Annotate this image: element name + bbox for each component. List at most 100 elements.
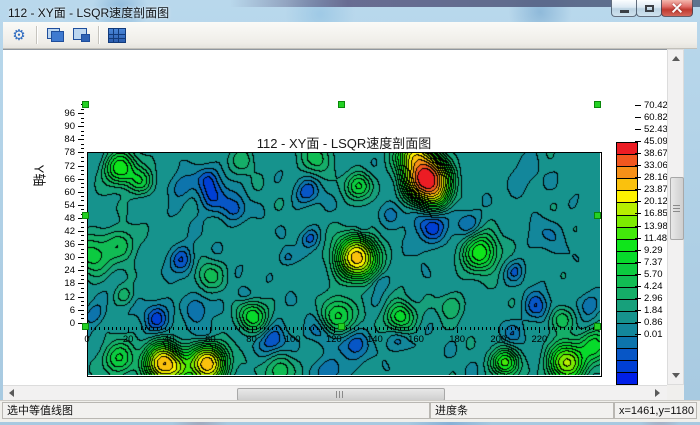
selection-handle[interactable] — [594, 323, 601, 330]
y-tick-label: 54 — [45, 200, 75, 211]
x-tick — [428, 327, 429, 330]
maximize-button[interactable] — [636, 0, 662, 17]
colorbar-tick — [635, 286, 641, 287]
x-tick — [116, 327, 117, 330]
y-tick — [81, 253, 84, 254]
selection-handle[interactable] — [82, 323, 89, 330]
x-tick — [260, 327, 261, 330]
x-tick-label: 100 — [278, 334, 308, 345]
colorbar-band — [617, 348, 637, 360]
close-button[interactable] — [661, 0, 693, 17]
x-tick — [548, 327, 549, 330]
x-tick — [507, 327, 508, 330]
y-tick — [78, 113, 84, 114]
y-tick-label: 6 — [45, 305, 75, 316]
y-tick — [81, 161, 84, 162]
x-tick — [272, 327, 273, 330]
close-icon — [671, 2, 683, 14]
x-tick — [108, 327, 109, 330]
x-tick — [334, 327, 335, 333]
x-tick — [190, 327, 191, 330]
colorbar-band — [617, 275, 637, 287]
x-tick — [198, 327, 199, 330]
y-tick — [81, 170, 84, 171]
selection-handle[interactable] — [82, 101, 89, 108]
minimize-button[interactable] — [611, 0, 637, 17]
colorbar-label: 23.87 — [644, 184, 668, 195]
x-tick — [141, 327, 142, 330]
grid-chart-icon — [108, 28, 126, 43]
x-tick — [210, 327, 211, 333]
x-tick — [494, 327, 495, 330]
x-tick — [433, 327, 434, 330]
vertical-scrollbar[interactable] — [667, 49, 684, 385]
colorbar-tick — [635, 298, 641, 299]
x-tick — [535, 327, 536, 330]
x-tick — [552, 327, 553, 330]
y-tick — [78, 270, 84, 271]
selection-handle[interactable] — [338, 323, 345, 330]
x-tick — [231, 327, 232, 330]
cascade-windows-button[interactable] — [43, 24, 67, 46]
x-tick — [486, 327, 487, 330]
titlebar[interactable]: 112 - XY面 - LSQR速度剖面图 — [0, 0, 700, 22]
tile-windows-button[interactable] — [69, 24, 93, 46]
y-tick — [81, 122, 84, 123]
selection-handle[interactable] — [338, 101, 345, 108]
x-tick — [264, 327, 265, 330]
vertical-scroll-thumb[interactable] — [670, 177, 684, 240]
settings-button[interactable]: ⚙ — [7, 24, 31, 46]
colorbar-label: 16.85 — [644, 208, 668, 219]
y-tick-label: 0 — [45, 318, 75, 329]
x-tick — [445, 327, 446, 330]
colorbar-tick — [635, 250, 641, 251]
chart-title: 112 - XY面 - LSQR速度剖面图 — [88, 133, 600, 152]
x-tick — [252, 327, 253, 333]
x-tick — [165, 327, 166, 330]
y-tick-label: 24 — [45, 265, 75, 276]
y-tick-label: 84 — [45, 134, 75, 145]
x-tick — [99, 327, 100, 330]
scroll-down-icon[interactable] — [672, 373, 680, 378]
scroll-left-icon[interactable] — [9, 389, 14, 397]
x-tick — [498, 327, 499, 333]
x-tick — [572, 327, 573, 330]
x-tick — [206, 327, 207, 330]
y-tick-label: 78 — [45, 147, 75, 158]
colorbar-band — [617, 323, 637, 335]
x-tick — [326, 327, 327, 330]
chart-client-area: 112 - XY面 - LSQR速度剖面图 020406080100120140… — [3, 49, 667, 386]
scroll-up-icon[interactable] — [672, 56, 680, 61]
x-tick — [461, 327, 462, 330]
y-tick — [81, 227, 84, 228]
colorbar-band — [617, 166, 637, 178]
colorbar-band — [617, 287, 637, 299]
colorbar-band — [617, 360, 637, 372]
colorbar-band — [617, 372, 637, 384]
x-tick — [215, 327, 216, 330]
x-tick — [157, 327, 158, 330]
x-tick — [465, 327, 466, 330]
colorbar-band — [617, 336, 637, 348]
x-tick-label: 40 — [154, 334, 184, 345]
y-tick — [81, 301, 84, 302]
selection-handle[interactable] — [82, 212, 89, 219]
colorbar-band — [617, 202, 637, 214]
selection-handle[interactable] — [594, 101, 601, 108]
x-tick — [363, 327, 364, 330]
grid-view-button[interactable] — [105, 24, 129, 46]
x-tick — [502, 327, 503, 330]
y-tick — [81, 275, 84, 276]
scroll-right-icon[interactable] — [655, 389, 660, 397]
x-tick — [457, 327, 458, 333]
colorbar-tick — [635, 129, 641, 130]
x-tick — [367, 327, 368, 330]
y-tick — [78, 192, 84, 193]
horizontal-scrollbar[interactable] — [3, 385, 667, 401]
selection-handle[interactable] — [594, 212, 601, 219]
x-tick — [330, 327, 331, 330]
colorbar-label: 2.96 — [644, 293, 663, 304]
colorbar-label: 9.29 — [644, 245, 663, 256]
x-tick — [136, 327, 137, 330]
y-tick — [81, 292, 84, 293]
